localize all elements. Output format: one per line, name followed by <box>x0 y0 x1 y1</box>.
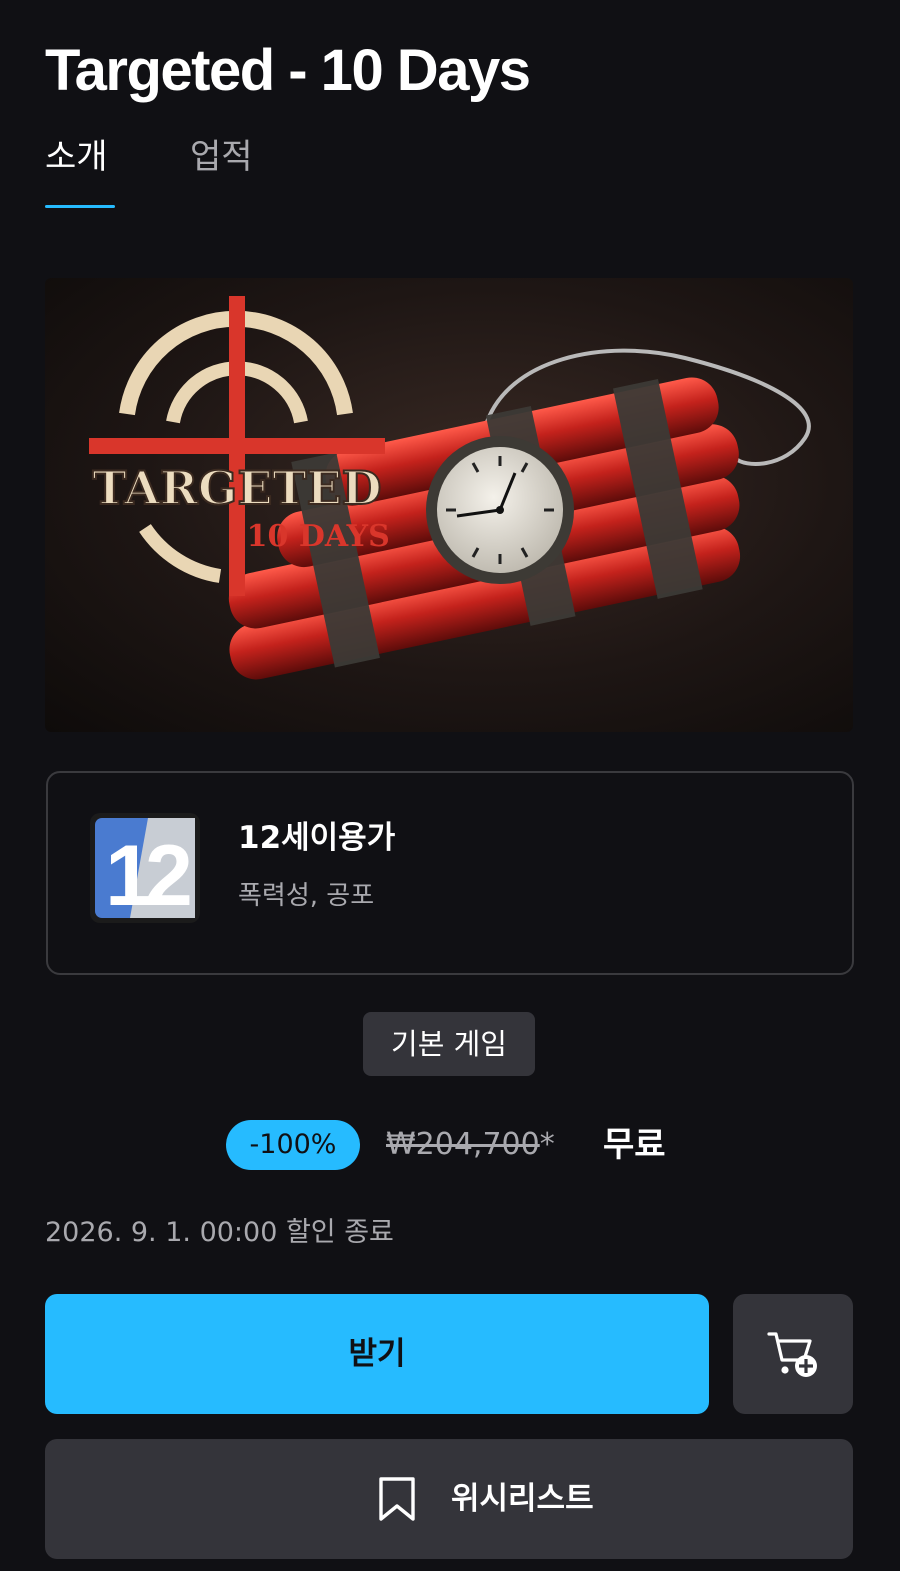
add-to-cart-button[interactable] <box>733 1294 853 1414</box>
tab-intro[interactable]: 소개 <box>45 132 108 182</box>
targeted-logo: TARGETED ·10 DAYS <box>89 296 390 596</box>
logo-title-text: TARGETED <box>92 461 381 515</box>
page-title: Targeted - 10 Days <box>45 38 531 103</box>
age-rating-number: 12 <box>105 828 190 923</box>
original-price-value: ₩204,700 <box>386 1127 540 1162</box>
wishlist-button[interactable]: 위시리스트 <box>45 1439 853 1559</box>
discount-badge: -100% <box>226 1120 360 1170</box>
get-button[interactable]: 받기 <box>45 1294 709 1414</box>
age-rating-card: 12 12세이용가 폭력성, 공포 <box>46 771 854 975</box>
cart-plus-icon <box>767 1332 817 1377</box>
base-game-tag: 기본 게임 <box>363 1012 535 1076</box>
timer-clock <box>426 436 574 584</box>
final-price: 무료 <box>603 1125 666 1165</box>
logo-subtitle-text: ·10 DAYS <box>236 519 390 554</box>
age-rating-icon: 12 <box>90 813 200 923</box>
wishlist-label: 위시리스트 <box>451 1481 594 1517</box>
price-row: -100% ₩204,700* 무료 <box>226 1118 686 1172</box>
bookmark-icon <box>379 1477 415 1521</box>
sale-end-text: 2026. 9. 1. 00:00 할인 종료 <box>45 1217 394 1248</box>
hero-image: TARGETED ·10 DAYS <box>45 278 853 732</box>
active-tab-indicator <box>45 205 115 208</box>
tab-achievements[interactable]: 업적 <box>190 132 253 182</box>
age-rating-title: 12세이용가 <box>238 820 396 856</box>
original-price: ₩204,700* <box>386 1118 555 1172</box>
original-price-asterisk: * <box>539 1127 555 1162</box>
age-rating-descriptors: 폭력성, 공포 <box>238 881 375 911</box>
hero-artwork: TARGETED ·10 DAYS <box>89 296 811 680</box>
